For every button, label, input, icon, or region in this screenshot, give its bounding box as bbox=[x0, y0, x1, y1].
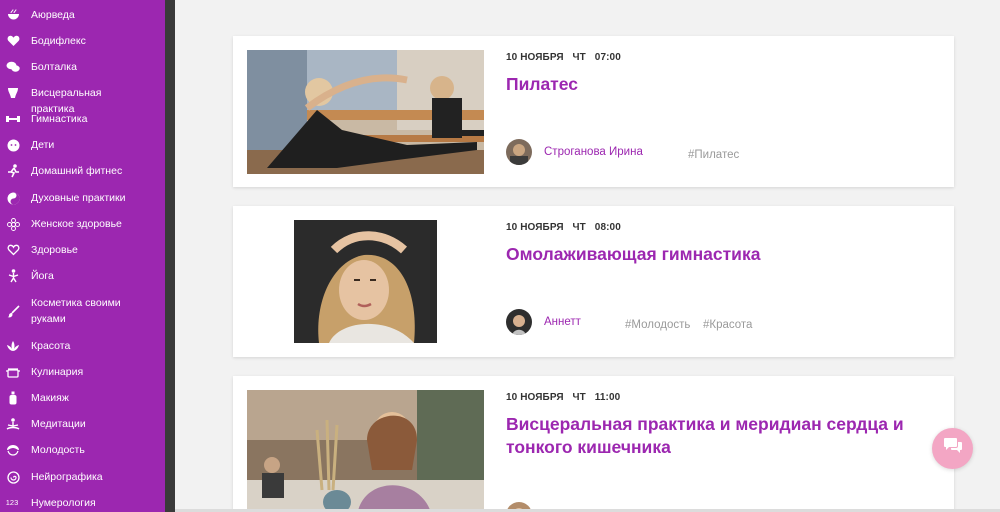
child-icon bbox=[6, 138, 20, 152]
event-tag[interactable]: #Красота bbox=[703, 319, 752, 331]
sidebar-item-bodyflex[interactable]: Бодифлекс bbox=[0, 33, 165, 49]
event-card[interactable]: 10 НОЯБРЯ ЧТ 07:00 Пилатес Строганова Ир… bbox=[233, 36, 954, 187]
sidebar-item-label: Домашний фитнес bbox=[31, 165, 123, 177]
event-image[interactable] bbox=[294, 220, 437, 343]
sidebar-item-womens-health[interactable]: Женское здоровье bbox=[0, 216, 165, 232]
event-tag[interactable]: #Пилатес bbox=[688, 149, 739, 161]
event-date: 10 НОЯБРЯ bbox=[506, 222, 564, 233]
chat-icon bbox=[943, 437, 963, 460]
numbers-icon: 123 bbox=[5, 498, 19, 507]
event-title[interactable]: Висцеральная практика и меридиан сердца … bbox=[506, 413, 926, 459]
lotus-icon bbox=[6, 339, 20, 353]
chat-button[interactable] bbox=[932, 428, 973, 469]
bottle-icon bbox=[6, 391, 20, 405]
event-card[interactable]: 10 НОЯБРЯ ЧТ 11:00 Висцеральная практика… bbox=[233, 376, 954, 512]
sidebar-item-label: Макияж bbox=[31, 392, 69, 404]
sidebar-item-home-fitness[interactable]: Домашний фитнес bbox=[0, 163, 165, 179]
event-author[interactable]: Аннетт bbox=[506, 309, 581, 335]
event-title[interactable]: Пилатес bbox=[506, 73, 926, 96]
sidebar-item-label: Аюрведа bbox=[31, 9, 75, 21]
event-time: 07:00 bbox=[594, 52, 621, 63]
event-date: 10 НОЯБРЯ bbox=[506, 392, 564, 403]
sidebar-item-kids[interactable]: Дети bbox=[0, 137, 165, 153]
sidebar-item-spiritual[interactable]: Духовные практики bbox=[0, 190, 165, 206]
sidebar-item-diy-cosmetics[interactable]: Косметика своими руками bbox=[0, 295, 165, 327]
sidebar-item-gymnastics[interactable]: Гимнастика bbox=[0, 111, 165, 127]
event-datetime: 10 НОЯБРЯ ЧТ 07:00 bbox=[506, 52, 627, 63]
sidebar-item-label: Йога bbox=[31, 270, 54, 282]
body-icon bbox=[6, 86, 20, 100]
sidebar-item-label: Болталка bbox=[31, 61, 77, 73]
sidebar-item-cooking[interactable]: Кулинария bbox=[0, 364, 165, 380]
sidebar-item-label: Дети bbox=[31, 139, 55, 151]
event-datetime: 10 НОЯБРЯ ЧТ 11:00 bbox=[506, 392, 626, 403]
dumbbell-icon bbox=[6, 112, 20, 126]
sidebar-item-youth[interactable]: Молодость bbox=[0, 442, 165, 458]
sidebar-item-label: Нумерология bbox=[31, 497, 96, 509]
face-icon bbox=[6, 443, 20, 457]
sidebar-item-label: Молодость bbox=[31, 444, 85, 456]
sidebar-item-label: Здоровье bbox=[31, 244, 78, 256]
author-name: Аннетт bbox=[544, 316, 581, 328]
sidebar-item-ayurveda[interactable]: Аюрведа bbox=[0, 7, 165, 23]
sidebar-item-label: Бодифлекс bbox=[31, 35, 86, 47]
pot-icon bbox=[6, 365, 20, 379]
sidebar-item-label: Нейрографика bbox=[31, 471, 103, 483]
event-weekday: ЧТ bbox=[572, 52, 586, 63]
sidebar-item-label: Медитации bbox=[31, 418, 86, 430]
event-time: 08:00 bbox=[594, 222, 621, 233]
brush-icon bbox=[6, 304, 20, 318]
chat-bubbles-icon bbox=[6, 60, 20, 74]
sidebar-item-yoga[interactable]: Йога bbox=[0, 268, 165, 284]
sidebar-item-meditation[interactable]: Медитации bbox=[0, 416, 165, 432]
event-card[interactable]: 10 НОЯБРЯ ЧТ 08:00 Омолаживающая гимнаст… bbox=[233, 206, 954, 357]
bowl-icon bbox=[6, 8, 20, 22]
event-weekday: ЧТ bbox=[572, 392, 586, 403]
event-author[interactable]: Строганова Ирина bbox=[506, 139, 643, 165]
yoga-icon bbox=[6, 269, 20, 283]
heart-outline-icon bbox=[6, 243, 20, 257]
running-icon bbox=[6, 164, 20, 178]
sidebar-item-boltalka[interactable]: Болталка bbox=[0, 59, 165, 75]
event-time: 11:00 bbox=[594, 392, 621, 403]
author-name: Строганова Ирина bbox=[544, 146, 643, 158]
sidebar-item-label: Косметика своими руками bbox=[31, 297, 121, 325]
sidebar-item-beauty[interactable]: Красота bbox=[0, 338, 165, 354]
sidebar-item-makeup[interactable]: Макияж bbox=[0, 390, 165, 406]
event-datetime: 10 НОЯБРЯ ЧТ 08:00 bbox=[506, 222, 627, 233]
event-image[interactable] bbox=[247, 50, 484, 174]
sidebar-item-label: Гимнастика bbox=[31, 113, 88, 125]
sidebar-item-label: Кулинария bbox=[31, 366, 84, 378]
event-date: 10 НОЯБРЯ bbox=[506, 52, 564, 63]
event-tag[interactable]: #Молодость bbox=[625, 319, 690, 331]
heart-icon bbox=[6, 34, 20, 48]
yin-yang-icon bbox=[6, 191, 20, 205]
sidebar-item-numerology[interactable]: 123 Нумерология bbox=[0, 495, 165, 511]
avatar bbox=[506, 309, 532, 335]
meditation-icon bbox=[6, 417, 20, 431]
event-image[interactable] bbox=[247, 390, 484, 512]
sidebar-item-label: Красота bbox=[31, 340, 71, 352]
flower-icon bbox=[6, 217, 20, 231]
event-title[interactable]: Омолаживающая гимнастика bbox=[506, 243, 926, 266]
avatar bbox=[506, 139, 532, 165]
sidebar-item-label: Женское здоровье bbox=[31, 218, 122, 230]
category-sidebar: Аюрведа Бодифлекс Болталка Висцеральная … bbox=[0, 0, 165, 512]
event-weekday: ЧТ bbox=[572, 222, 586, 233]
spiral-icon bbox=[6, 470, 20, 484]
sidebar-item-label: Духовные практики bbox=[31, 192, 126, 204]
sidebar-scrollbar-track bbox=[165, 0, 175, 512]
sidebar-item-neurographics[interactable]: Нейрографика bbox=[0, 469, 165, 485]
sidebar-item-health[interactable]: Здоровье bbox=[0, 242, 165, 258]
